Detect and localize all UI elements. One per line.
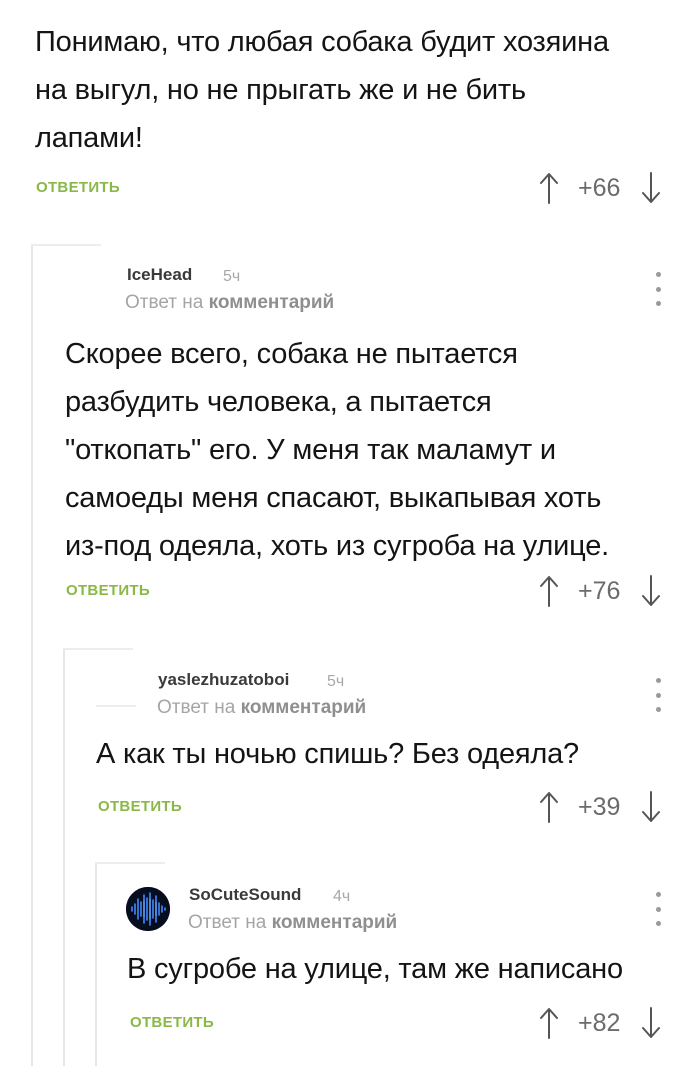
thread-branch-level-3 (95, 862, 165, 864)
comment-3-upvote-button[interactable] (536, 790, 562, 824)
arrow-down-icon (642, 172, 661, 203)
more-dot (655, 286, 661, 292)
arrow-down-icon (642, 791, 661, 822)
comment-1-upvote-button[interactable] (536, 171, 562, 205)
soundwave-avatar-icon (126, 887, 170, 931)
arrow-down-icon (642, 575, 661, 606)
more-dot (655, 272, 661, 277)
comment-3-text: А как ты ночью спишь? Без одеяла? (96, 738, 579, 770)
comment-1-text: Понимаю, что любая собака будит хозяина … (35, 26, 609, 154)
thread-line-level-1 (31, 244, 33, 1066)
comment-3-rating: +39 (536, 790, 664, 824)
arrow-down-icon (642, 1007, 661, 1038)
comment-2-upvote-button[interactable] (536, 574, 562, 608)
comment-4-more-button[interactable] (651, 892, 665, 926)
comment-3-reply-button[interactable]: ОТВЕТИТЬ (98, 798, 182, 815)
comment-2-time: 5ч (223, 268, 241, 285)
comment-2-rating: +76 (536, 574, 664, 608)
thread-line-level-3 (95, 862, 97, 1066)
more-dot (655, 692, 661, 698)
comment-2-more-button[interactable] (651, 272, 665, 306)
comment-3-reply-to: Ответ на комментарий (157, 697, 366, 719)
comment-2-reply-button[interactable]: ОТВЕТИТЬ (66, 582, 150, 599)
comment-1-downvote-button[interactable] (638, 171, 664, 205)
comment-4-rating: +82 (536, 1006, 664, 1040)
comment-3-downvote-button[interactable] (638, 790, 664, 824)
arrow-up-icon (540, 576, 558, 607)
more-dot (655, 892, 661, 897)
reply-to-prefix: Ответ на (157, 697, 236, 718)
more-dot (655, 906, 661, 912)
comment-2-reply-to: Ответ на комментарий (125, 292, 334, 314)
comment-4-avatar[interactable] (126, 887, 170, 931)
comment-2-rating-value: +76 (578, 576, 621, 605)
comment-3-time: 5ч (327, 673, 345, 690)
comment-2-downvote-button[interactable] (638, 574, 664, 608)
comment-1-reply-button[interactable]: ОТВЕТИТЬ (36, 179, 120, 196)
comment-3-author[interactable]: yaslezhuzatoboi (158, 670, 289, 690)
comment-4-reply-button[interactable]: ОТВЕТИТЬ (130, 1014, 214, 1031)
comment-1-rating: +66 (536, 171, 664, 205)
comment-4-downvote-button[interactable] (638, 1006, 664, 1040)
comment-4-rating-value: +82 (578, 1008, 621, 1037)
arrow-up-icon (540, 173, 558, 204)
comment-1-rating-value: +66 (578, 173, 621, 202)
thread-line-level-2 (63, 648, 65, 1066)
comment-3-more-button[interactable] (651, 678, 665, 712)
arrow-up-icon (540, 792, 558, 823)
comment-2-author[interactable]: IceHead (127, 265, 192, 285)
arrow-up-icon (540, 1008, 558, 1039)
reply-to-target-link[interactable]: комментарий (241, 697, 367, 718)
comment-4-upvote-button[interactable] (536, 1006, 562, 1040)
comment-4-text: В сугробе на улице, там же написано (127, 953, 623, 985)
comment-4-reply-to: Ответ на комментарий (188, 912, 397, 934)
comment-4-author[interactable]: SoCuteSound (189, 885, 301, 905)
reply-to-target-link[interactable]: комментарий (209, 292, 335, 313)
reply-to-target-link[interactable]: комментарий (272, 912, 398, 933)
more-dot (655, 707, 661, 712)
thread-branch-level-1 (31, 244, 101, 246)
thread-branch-level-2b (96, 705, 136, 707)
comment-4-time: 4ч (333, 888, 351, 905)
thread-branch-level-2 (63, 648, 133, 650)
more-dot (655, 301, 661, 306)
more-dot (655, 921, 661, 926)
more-dot (655, 678, 661, 683)
reply-to-prefix: Ответ на (188, 912, 267, 933)
comment-2-text: Скорее всего, собака не пытается разбуди… (65, 338, 610, 562)
comment-3-rating-value: +39 (578, 792, 621, 821)
reply-to-prefix: Ответ на (125, 292, 204, 313)
